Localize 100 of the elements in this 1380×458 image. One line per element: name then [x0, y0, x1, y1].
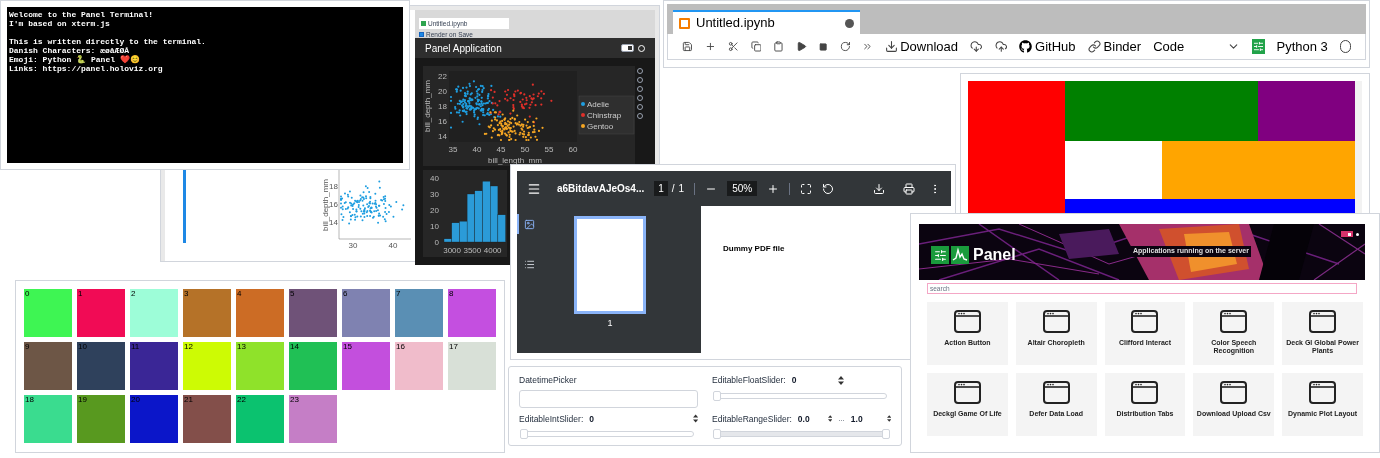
tick-label: 18 — [438, 102, 447, 111]
slider-value[interactable]: 0 — [589, 412, 687, 426]
slider-value[interactable]: 0 — [791, 374, 832, 387]
legend-label: Adelie — [587, 100, 610, 109]
tick-label: 30 — [430, 190, 439, 199]
swatch-number: 4 — [236, 289, 242, 298]
app-window-icon — [1042, 381, 1070, 404]
cell-type-dropdown[interactable]: Code — [1153, 36, 1240, 57]
zoom-in-icon[interactable] — [767, 182, 780, 195]
swatch-number: 0 — [24, 289, 30, 298]
outline-icon[interactable] — [523, 258, 535, 270]
zoom-field[interactable]: 50% — [727, 181, 758, 196]
restart-icon[interactable] — [839, 40, 851, 53]
histogram-bar — [474, 190, 483, 243]
field-label: EditableFloatSlider: — [712, 374, 786, 387]
cloud-upload-icon[interactable] — [994, 39, 1008, 54]
page-separator: / — [671, 182, 675, 196]
tick-label: 18 — [329, 182, 338, 191]
swatch-number: 15 — [342, 342, 352, 351]
thumbnails-icon[interactable] — [523, 218, 535, 230]
tick-label: 40 — [472, 145, 482, 154]
page-thumbnail[interactable] — [574, 216, 646, 314]
thumbnail-label: 1 — [607, 317, 613, 330]
swatch-number: 19 — [77, 395, 87, 404]
spinner-arrows[interactable] — [837, 375, 844, 385]
clipboard-icon[interactable] — [773, 40, 785, 53]
legend-label: Gentoo — [587, 122, 614, 131]
download-icon — [885, 40, 899, 53]
tick-label: 0 — [434, 238, 439, 247]
tick-label: 20 — [430, 206, 439, 215]
app-window-icon — [1309, 381, 1337, 404]
cloud-download-icon[interactable] — [970, 39, 983, 54]
swatch-number: 14 — [289, 342, 299, 351]
kernel-name: Python 3 — [1276, 37, 1328, 56]
swatch-number: 17 — [448, 342, 458, 351]
swatch-number: 18 — [24, 395, 34, 404]
tick-label: 14 — [329, 218, 338, 227]
swatch-number: 2 — [130, 289, 136, 298]
fit-page-icon[interactable] — [800, 182, 813, 195]
axis-label: bill_length_mm — [488, 156, 542, 165]
field-label: EditableRangeSlider: — [712, 412, 792, 426]
swatch-number: 6 — [342, 289, 348, 298]
rotate-icon[interactable] — [822, 182, 835, 195]
github-button[interactable]: GitHub — [1019, 36, 1076, 57]
play-icon[interactable] — [796, 40, 808, 53]
scissors-icon[interactable] — [727, 40, 739, 53]
toggle-switch[interactable] — [1341, 231, 1353, 237]
copy-icon[interactable] — [750, 40, 762, 53]
spinner-arrows[interactable] — [886, 414, 891, 424]
plus-icon[interactable] — [704, 40, 716, 53]
slider-handle[interactable] — [520, 429, 528, 440]
app-title: Panel Application — [425, 41, 502, 56]
spinner-arrows[interactable] — [692, 414, 698, 424]
terminal-line: Emoji: Python 🐍 Panel ❤😊 — [9, 55, 140, 64]
theme-toggle[interactable] — [621, 44, 634, 52]
page-number-field[interactable]: 1 — [654, 181, 668, 196]
tick-label: 50 — [520, 145, 530, 154]
save-icon[interactable] — [682, 40, 693, 53]
tick-label: 3000 — [443, 246, 462, 255]
link-icon — [1087, 40, 1101, 53]
tick-label: 14 — [438, 132, 447, 141]
swatch-number: 13 — [236, 342, 246, 351]
settings-icon[interactable] — [1252, 39, 1265, 54]
tick-label: 40 — [430, 174, 439, 183]
axis-label: bill_depth_mm — [321, 179, 330, 231]
histogram-bar — [482, 181, 491, 243]
notebook-tab[interactable]: Untitled.ipynb — [673, 10, 860, 34]
datetime-field[interactable] — [519, 389, 698, 408]
field-label: DatetimePicker — [519, 374, 578, 387]
menu-icon[interactable] — [527, 181, 541, 196]
download-button[interactable]: Download — [885, 36, 959, 57]
app-window-icon — [1131, 381, 1159, 404]
app-window-icon — [1131, 310, 1159, 333]
print-icon[interactable] — [903, 182, 915, 195]
terminal-line: Welcome to the Panel Terminal! — [9, 10, 154, 19]
binder-button[interactable]: Binder — [1087, 36, 1142, 57]
app-window-icon — [953, 381, 981, 404]
swatch-number: 5 — [289, 289, 295, 298]
tick-label: 3500 — [463, 246, 482, 255]
tick-label: 45 — [496, 145, 506, 154]
slider-handle[interactable] — [713, 429, 721, 440]
checkbox[interactable] — [419, 32, 424, 37]
download-icon[interactable] — [873, 182, 885, 195]
app-window-icon — [1309, 310, 1337, 333]
terminal-line: Danish Characters: æøåÆØÅ — [9, 46, 130, 55]
swatch-number: 3 — [183, 289, 189, 298]
slider-value[interactable]: 1.0 — [850, 412, 881, 426]
swatch-number: 16 — [395, 342, 405, 351]
github-icon — [1019, 40, 1033, 53]
swatch-number: 11 — [130, 342, 140, 351]
tick-label: 30 — [348, 241, 358, 249]
app-window-icon — [1220, 310, 1248, 333]
tick-label: 20 — [438, 87, 447, 96]
tick-label: 16 — [329, 200, 338, 209]
slider-handle[interactable] — [882, 429, 890, 440]
tick-label: 16 — [438, 117, 447, 126]
slider-value[interactable]: 0.0 — [797, 412, 822, 426]
stop-icon[interactable] — [819, 41, 828, 52]
spinner-arrows[interactable] — [827, 414, 833, 424]
slider-handle[interactable] — [713, 390, 721, 401]
